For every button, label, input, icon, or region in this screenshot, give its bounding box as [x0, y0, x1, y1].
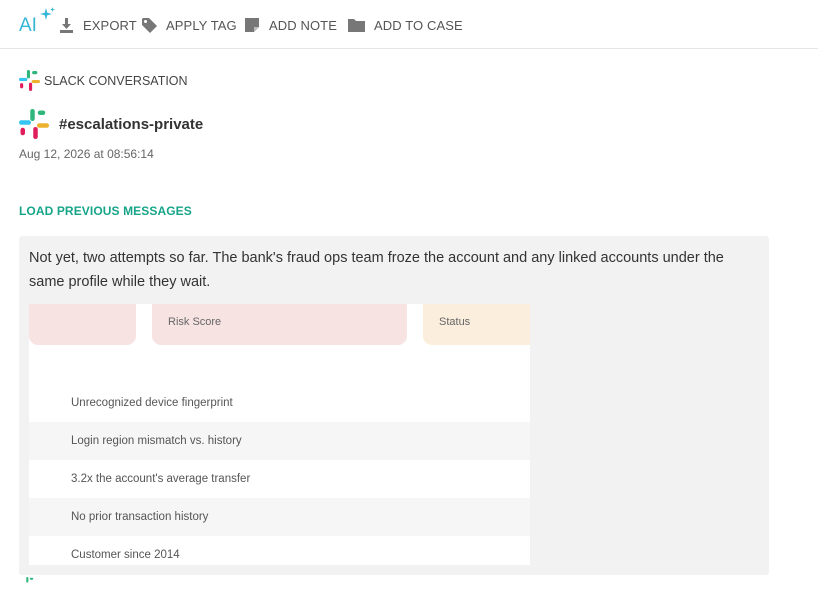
- add-note-label: ADD NOTE: [269, 17, 337, 33]
- note-icon: [245, 17, 259, 32]
- source-label: SLACK CONVERSATION: [44, 73, 188, 88]
- download-icon: [60, 17, 73, 33]
- load-previous-messages-link[interactable]: LOAD PREVIOUS MESSAGES: [19, 204, 192, 218]
- attachment-row: 3.2x the account's average transfer: [71, 473, 251, 485]
- add-to-case-label: ADD TO CASE: [374, 17, 463, 33]
- channel-name: #escalations-private: [59, 115, 204, 133]
- toolbar: AI EXPORT APPLY TAG ADD NOTE ADD TO CASE: [0, 0, 818, 49]
- attachment-row: Customer since 2014: [71, 549, 180, 561]
- attachment-row: No prior transaction history: [29, 498, 530, 536]
- attachment-row: Login region mismatch vs. history: [29, 422, 530, 460]
- channel-row: #escalations-private: [19, 109, 203, 139]
- ai-logo[interactable]: AI: [19, 6, 55, 36]
- svg-text:AI: AI: [19, 15, 37, 36]
- message-bubble: Not yet, two attempts so far. The bank's…: [19, 236, 769, 575]
- source-label-row: SLACK CONVERSATION: [19, 70, 188, 91]
- attachment-header-cell: [29, 304, 136, 345]
- message-attachment-image[interactable]: Risk Score Status Unrecognized device fi…: [29, 304, 530, 565]
- message-text: Not yet, two attempts so far. The bank's…: [29, 250, 724, 290]
- export-label: EXPORT: [83, 17, 137, 33]
- attachment-header-cell: Risk Score: [152, 304, 407, 345]
- timestamp: Aug 12, 2026 at 08:56:14: [19, 147, 154, 161]
- folder-icon: [348, 19, 365, 32]
- slack-icon: [19, 109, 49, 139]
- attachment-row: Unrecognized device fingerprint: [71, 397, 233, 409]
- attachment-header-cell: Status: [423, 304, 530, 345]
- apply-tag-button[interactable]: APPLY TAG: [142, 16, 237, 34]
- export-button[interactable]: EXPORT: [59, 16, 137, 34]
- slack-icon: [21, 577, 35, 596]
- slack-icon: [19, 70, 40, 91]
- apply-tag-label: APPLY TAG: [166, 17, 237, 33]
- add-to-case-button[interactable]: ADD TO CASE: [348, 16, 463, 34]
- add-note-button[interactable]: ADD NOTE: [245, 16, 337, 34]
- tag-icon: [142, 17, 157, 33]
